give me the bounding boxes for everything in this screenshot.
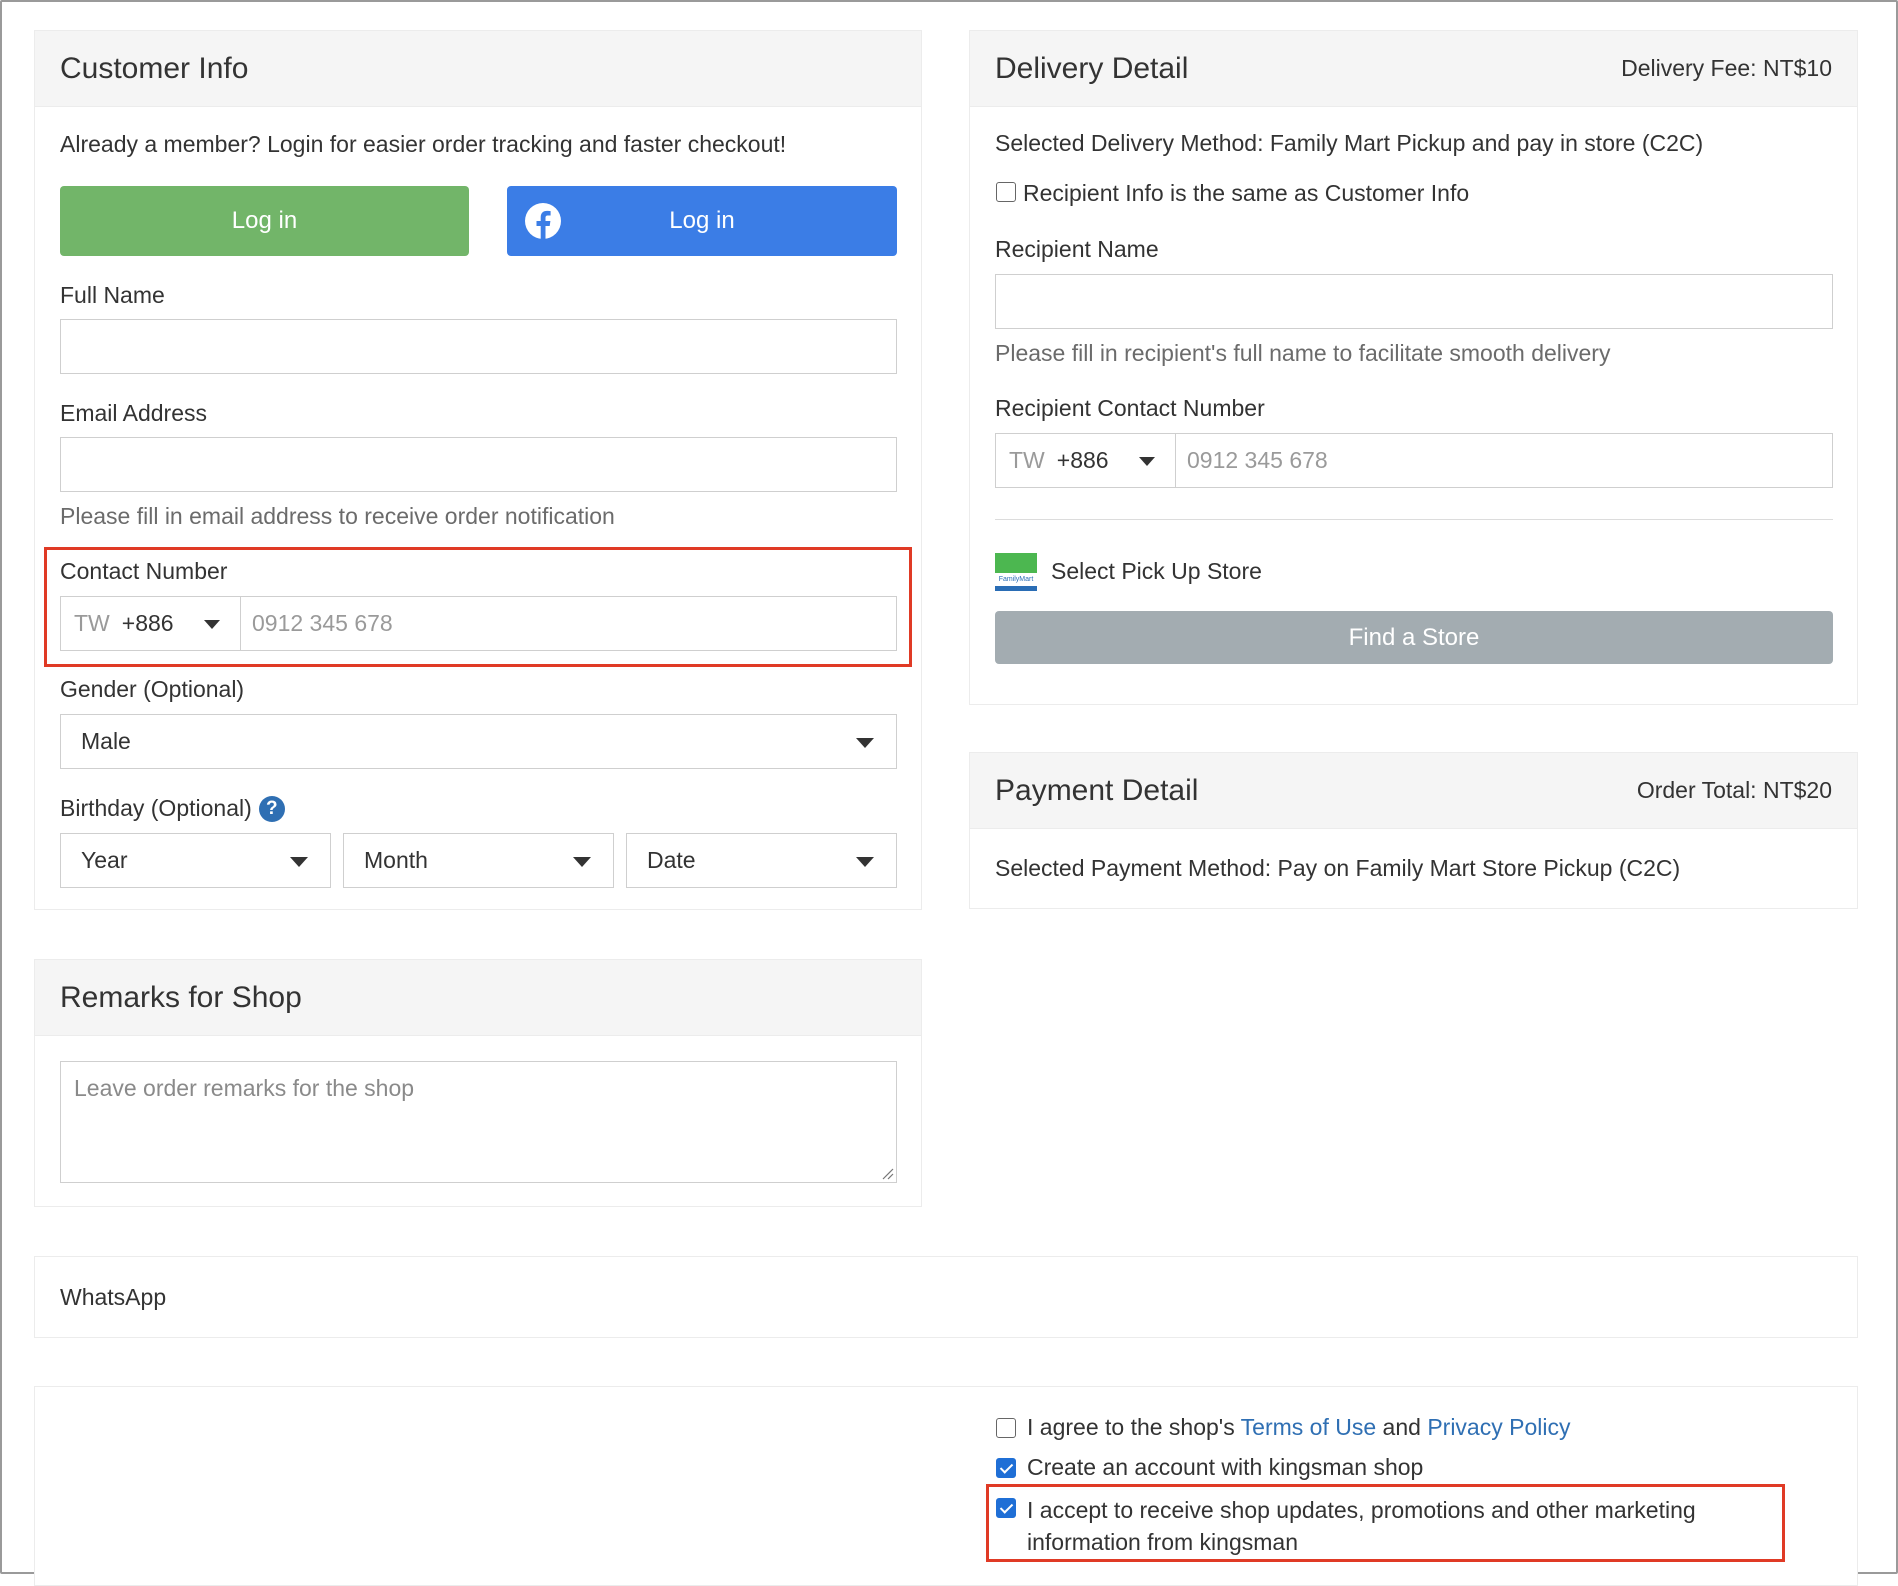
birth-month-placeholder: Month bbox=[364, 847, 428, 873]
delivery-method: Selected Delivery Method: Family Mart Pi… bbox=[995, 130, 1704, 156]
customer-info-header: Customer Info bbox=[35, 31, 921, 107]
login-button[interactable]: Log in bbox=[60, 186, 469, 256]
resize-handle-icon[interactable] bbox=[880, 1166, 894, 1180]
facebook-login-label: Log in bbox=[669, 207, 735, 234]
email-input[interactable] bbox=[60, 437, 897, 492]
delivery-detail-title: Delivery Detail bbox=[995, 51, 1189, 85]
recipient-name-input[interactable] bbox=[995, 274, 1833, 329]
remarks-placeholder: Leave order remarks for the shop bbox=[74, 1075, 415, 1101]
create-account-label: Create an account with kingsman shop bbox=[1027, 1454, 1424, 1480]
email-hint: Please fill in email address to receive … bbox=[60, 503, 615, 529]
familymart-logo-text: FamilyMart bbox=[995, 573, 1037, 586]
terms-prefix: I agree to the shop's bbox=[1027, 1414, 1241, 1440]
full-name-label: Full Name bbox=[60, 282, 165, 308]
delivery-detail-header: Delivery Detail Delivery Fee: NT$10 bbox=[970, 31, 1857, 107]
terms-and: and bbox=[1376, 1414, 1428, 1440]
recipient-contact-placeholder: 0912 345 678 bbox=[1187, 447, 1328, 473]
member-prompt: Already a member? Login for easier order… bbox=[60, 131, 787, 157]
chevron-down-icon bbox=[856, 737, 874, 748]
birth-month-select[interactable]: Month bbox=[343, 833, 614, 888]
familymart-logo: FamilyMart bbox=[995, 553, 1037, 593]
recipient-country-code-select[interactable]: TW +886 bbox=[996, 434, 1176, 487]
payment-detail-header: Payment Detail Order Total: NT$20 bbox=[970, 753, 1857, 829]
facebook-icon bbox=[524, 202, 562, 240]
find-store-button[interactable]: Find a Store bbox=[995, 611, 1833, 664]
order-total: Order Total: NT$20 bbox=[1636, 777, 1832, 803]
recipient-contact-label: Recipient Contact Number bbox=[995, 395, 1265, 421]
email-label: Email Address bbox=[60, 400, 208, 426]
login-button-label: Log in bbox=[231, 207, 298, 234]
recipient-country-abbrev: TW bbox=[1009, 447, 1045, 473]
terms-of-use-link[interactable]: Terms of Use bbox=[1241, 1414, 1376, 1440]
create-account-checkbox[interactable] bbox=[996, 1458, 1016, 1478]
same-as-customer-checkbox[interactable] bbox=[996, 182, 1016, 202]
remarks-panel: Remarks for Shop Leave order remarks for… bbox=[34, 959, 922, 1207]
remarks-title: Remarks for Shop bbox=[60, 980, 302, 1014]
facebook-login-button[interactable]: Log in bbox=[507, 186, 897, 256]
payment-detail-panel: Payment Detail Order Total: NT$20 Select… bbox=[969, 752, 1858, 909]
birth-year-select[interactable]: Year bbox=[60, 833, 331, 888]
pickup-store-label: Select Pick Up Store bbox=[1051, 558, 1262, 584]
whatsapp-label: WhatsApp bbox=[60, 1284, 167, 1310]
delivery-detail-panel: Delivery Detail Delivery Fee: NT$10 Sele… bbox=[969, 30, 1858, 705]
recipient-contact-field: TW +886 0912 345 678 bbox=[995, 433, 1833, 488]
privacy-policy-link[interactable]: Privacy Policy bbox=[1427, 1414, 1570, 1440]
recipient-name-hint: Please fill in recipient's full name to … bbox=[995, 340, 1611, 366]
gender-value: Male bbox=[81, 728, 131, 754]
remarks-header: Remarks for Shop bbox=[35, 960, 921, 1036]
customer-info-title: Customer Info bbox=[60, 51, 249, 85]
terms-checkbox[interactable] bbox=[996, 1418, 1016, 1438]
remarks-textarea[interactable]: Leave order remarks for the shop bbox=[60, 1061, 897, 1183]
gender-select[interactable]: Male bbox=[60, 714, 897, 769]
chevron-down-icon bbox=[290, 856, 308, 867]
birthday-label: Birthday (Optional) ? bbox=[60, 795, 285, 822]
recipient-name-label: Recipient Name bbox=[995, 236, 1159, 262]
whatsapp-panel: WhatsApp bbox=[34, 1256, 1858, 1338]
recipient-contact-input[interactable]: 0912 345 678 bbox=[1176, 434, 1328, 487]
same-as-customer-label: Recipient Info is the same as Customer I… bbox=[1023, 180, 1470, 206]
customer-info-panel: Customer Info Already a member? Login fo… bbox=[34, 30, 922, 910]
payment-detail-title: Payment Detail bbox=[995, 773, 1199, 807]
birth-year-placeholder: Year bbox=[81, 847, 128, 873]
recipient-country-code: +886 bbox=[1056, 447, 1109, 473]
chevron-down-icon bbox=[1139, 456, 1155, 466]
birth-date-select[interactable]: Date bbox=[626, 833, 897, 888]
birth-date-placeholder: Date bbox=[647, 847, 696, 873]
delivery-fee: Delivery Fee: NT$10 bbox=[1621, 55, 1832, 81]
highlight-marketing-consent bbox=[986, 1484, 1785, 1562]
terms-label: I agree to the shop's Terms of Use and P… bbox=[1027, 1414, 1570, 1441]
full-name-input[interactable] bbox=[60, 319, 897, 374]
highlight-contact-number bbox=[44, 547, 912, 667]
chevron-down-icon bbox=[856, 856, 874, 867]
gender-label: Gender (Optional) bbox=[60, 676, 245, 702]
find-store-label: Find a Store bbox=[1348, 623, 1480, 651]
delivery-divider bbox=[995, 519, 1833, 520]
help-icon[interactable]: ? bbox=[258, 795, 285, 822]
payment-method: Selected Payment Method: Pay on Family M… bbox=[995, 855, 1681, 881]
birthday-label-text: Birthday (Optional) bbox=[60, 795, 252, 821]
chevron-down-icon bbox=[573, 856, 591, 867]
